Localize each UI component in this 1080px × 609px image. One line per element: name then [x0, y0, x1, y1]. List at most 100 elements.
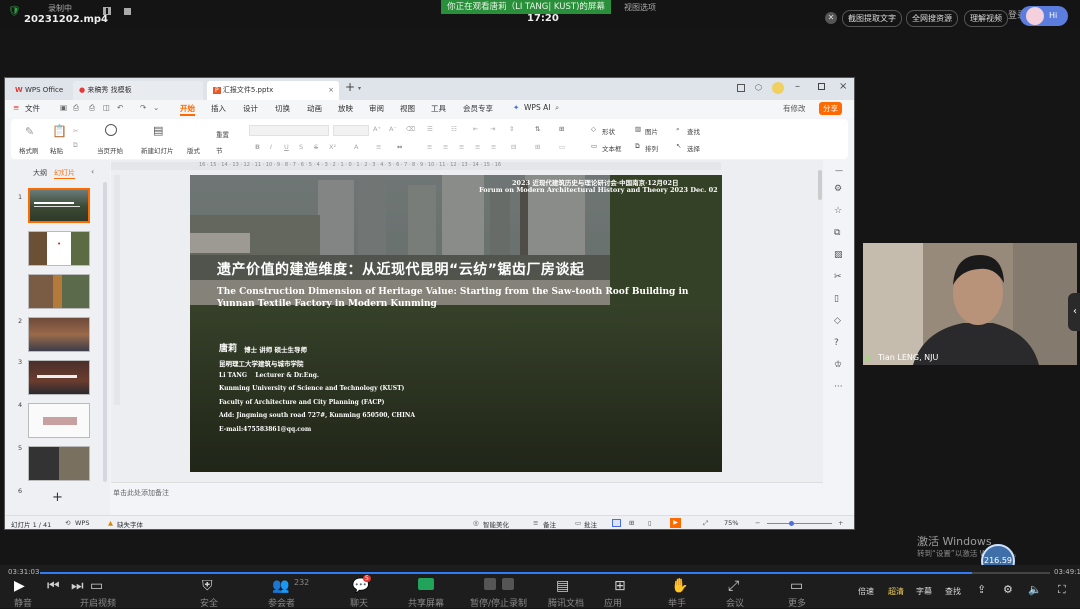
- textbox-icon[interactable]: ▭: [591, 142, 597, 150]
- columns-icon[interactable]: ⊞: [559, 125, 564, 133]
- paste-icon[interactable]: 📋: [52, 124, 67, 138]
- slide-thumbnail-4[interactable]: [28, 317, 90, 352]
- shapes-icon[interactable]: ◇: [591, 125, 596, 133]
- hamburger-icon[interactable]: ≡: [13, 103, 19, 112]
- text-box-style-icon[interactable]: ▭: [559, 143, 565, 151]
- slide-thumbnail-2[interactable]: •: [28, 231, 90, 266]
- menu-transition[interactable]: 切换: [275, 103, 290, 114]
- font-color-icon[interactable]: A: [354, 143, 358, 151]
- normal-view-icon[interactable]: [612, 519, 621, 527]
- arrange-icon[interactable]: ⧉: [635, 142, 640, 151]
- panel-tab-outline[interactable]: 大纲: [33, 168, 47, 178]
- justify-icon[interactable]: ≡: [475, 143, 480, 151]
- section-button[interactable]: 节: [216, 145, 223, 155]
- share-icon[interactable]: ⇪: [977, 583, 986, 596]
- chevron-down-icon[interactable]: ⌄: [153, 103, 159, 112]
- cut-icon[interactable]: ✂: [73, 127, 78, 135]
- copy-icon[interactable]: ⧉: [73, 141, 78, 150]
- progress-track[interactable]: [40, 572, 1050, 574]
- eraser-icon[interactable]: ◇: [834, 316, 841, 326]
- menu-view[interactable]: 视图: [400, 103, 415, 114]
- camera-icon[interactable]: ▭: [90, 578, 103, 594]
- font-grow-icon[interactable]: A⁺: [373, 125, 381, 133]
- close-window-icon[interactable]: ×: [839, 81, 847, 92]
- editor-scrollbar[interactable]: [818, 170, 822, 200]
- select-icon[interactable]: ↖: [676, 142, 681, 150]
- comments-toggle[interactable]: 批注: [584, 519, 597, 529]
- reset-button[interactable]: 重置: [216, 129, 229, 139]
- grid-view-icon[interactable]: ⊞: [629, 519, 634, 527]
- slide-thumbnail-6[interactable]: [28, 403, 90, 438]
- search-icon[interactable]: ⌕: [555, 103, 559, 113]
- find-button[interactable]: 查找: [687, 126, 700, 136]
- slideshow-play-icon[interactable]: ▶: [670, 518, 681, 528]
- video-label[interactable]: 开启视频: [80, 596, 116, 609]
- font-shrink-icon[interactable]: A⁻: [389, 125, 397, 133]
- tools-icon[interactable]: ✂: [834, 272, 842, 282]
- apps-icon[interactable]: ⊞: [614, 578, 626, 594]
- share-screen-icon[interactable]: [418, 578, 434, 590]
- clear-format-icon[interactable]: ⌫: [406, 125, 415, 133]
- notes-toggle[interactable]: 备注: [543, 519, 556, 529]
- format-painter-label[interactable]: 格式刷: [19, 145, 39, 155]
- speed-button[interactable]: 倍速: [858, 586, 874, 597]
- strikethrough-icon[interactable]: S: [314, 143, 318, 151]
- view-options[interactable]: 视图选项: [624, 2, 656, 13]
- cube-icon[interactable]: ⬡: [755, 83, 762, 92]
- chat-label[interactable]: 聊天: [350, 596, 368, 609]
- tab-wps-office[interactable]: W WPS Office: [9, 81, 69, 100]
- tab-template[interactable]: ● 来稿秀 找模板: [73, 81, 203, 100]
- minimize-icon[interactable]: –: [795, 81, 800, 92]
- fullscreen-icon[interactable]: ⛶: [1058, 583, 1066, 597]
- record-label[interactable]: 暂停/停止录制: [470, 596, 527, 609]
- docs-label[interactable]: 腾讯文档: [548, 596, 584, 609]
- arrange-button[interactable]: 排列: [645, 143, 658, 153]
- outdent-icon[interactable]: ⇤: [473, 125, 478, 133]
- sliders-icon[interactable]: ⚙: [834, 184, 842, 194]
- meeting-icon[interactable]: ⤢: [728, 578, 739, 594]
- search-all-button[interactable]: 全网搜资源: [906, 10, 958, 27]
- textbox-button[interactable]: 文本框: [602, 143, 622, 153]
- undo-icon[interactable]: ↶: [117, 103, 123, 112]
- select-button[interactable]: 选择: [687, 143, 700, 153]
- image-icon[interactable]: ▨: [834, 250, 843, 260]
- stop-icon[interactable]: [124, 8, 131, 15]
- shapes-button[interactable]: 形状: [602, 126, 615, 136]
- stop-record-icon[interactable]: [502, 578, 514, 590]
- meeting-label[interactable]: 会议: [726, 596, 744, 609]
- docs-icon[interactable]: ▤: [556, 578, 569, 594]
- play-icon[interactable]: [105, 124, 117, 136]
- wps-label[interactable]: WPS: [75, 519, 89, 527]
- shadow-icon[interactable]: S: [299, 143, 303, 151]
- menu-slideshow[interactable]: 放映: [338, 103, 353, 114]
- start-from-current-button[interactable]: 当页开始: [97, 145, 123, 155]
- layout-icon[interactable]: [737, 84, 745, 92]
- font-name-select[interactable]: [249, 125, 329, 136]
- hd-button[interactable]: 超清: [888, 586, 904, 597]
- collapse-panel-icon[interactable]: ‹: [91, 167, 94, 176]
- menu-review[interactable]: 审阅: [369, 103, 384, 114]
- align-left-icon[interactable]: ≡: [427, 143, 432, 151]
- user-avatar[interactable]: [772, 82, 784, 94]
- panel-tab-slides[interactable]: 幻灯片: [54, 168, 75, 179]
- zoom-level[interactable]: 75%: [724, 519, 738, 527]
- add-slide-button[interactable]: +: [52, 490, 63, 505]
- export-icon[interactable]: ⎙: [73, 103, 79, 113]
- smart-art-icon[interactable]: ⊞: [535, 143, 540, 151]
- bell-icon[interactable]: ♔: [834, 360, 842, 370]
- pause-record-icon[interactable]: [484, 578, 496, 590]
- tab-document[interactable]: P 汇报文件5.pptx ×: [207, 81, 339, 100]
- raise-hand-label[interactable]: 举手: [668, 596, 686, 609]
- settings-icon[interactable]: ⚙: [1003, 583, 1013, 596]
- new-slide-icon[interactable]: ▤: [153, 124, 163, 137]
- play-button-icon[interactable]: ▶: [14, 578, 25, 594]
- zoom-in-icon[interactable]: +: [838, 519, 843, 527]
- maximize-icon[interactable]: [818, 83, 825, 90]
- fit-icon[interactable]: ⤢: [703, 519, 708, 528]
- font-size-select[interactable]: [333, 125, 369, 136]
- minus-icon[interactable]: —: [835, 166, 843, 175]
- bullets-icon[interactable]: ☰: [427, 125, 433, 133]
- underline-icon[interactable]: U: [284, 143, 289, 151]
- previous-icon[interactable]: ⏮: [47, 578, 60, 594]
- volume-icon[interactable]: 🔈: [1028, 583, 1042, 596]
